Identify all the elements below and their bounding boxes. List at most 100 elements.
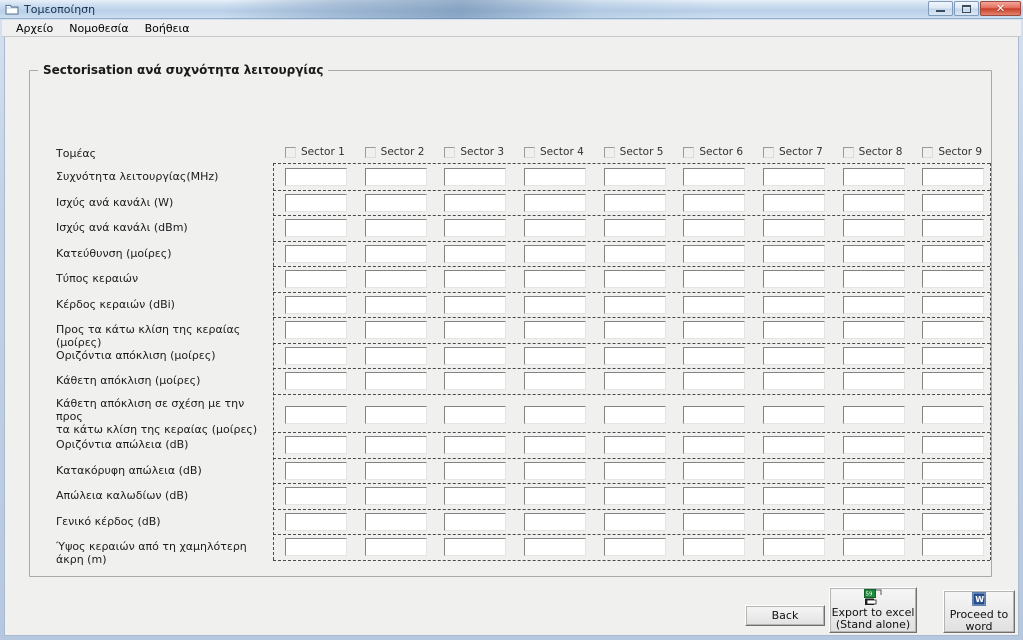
sector-header-2[interactable]: Sector 2 <box>364 146 424 158</box>
cell-input-r14-c1[interactable] <box>285 512 347 531</box>
cell-input-r5-c2[interactable] <box>364 270 427 288</box>
cell-input-r12-c2[interactable] <box>364 461 427 480</box>
cell-input-r10-c9[interactable] <box>922 405 985 424</box>
sector-checkbox-5[interactable] <box>603 146 615 158</box>
cell-input-r1-c6[interactable] <box>683 168 746 186</box>
cell-input-r9-c4[interactable] <box>524 372 586 390</box>
cell-input-r6-c1[interactable] <box>285 295 347 314</box>
cell-input-r12-c5[interactable] <box>603 461 666 480</box>
cell-input-r8-c7[interactable] <box>763 346 825 365</box>
cell-input-r3-c3[interactable] <box>444 219 507 237</box>
cell-input-r2-c9[interactable] <box>922 193 985 212</box>
cell-input-r8-c5[interactable] <box>603 346 666 365</box>
cell-input-r4-c3[interactable] <box>444 244 507 263</box>
cell-input-r14-c3[interactable] <box>444 512 507 531</box>
cell-input-r7-c5[interactable] <box>603 321 666 339</box>
cell-input-r4-c5[interactable] <box>603 244 666 263</box>
cell-input-r7-c7[interactable] <box>763 321 825 339</box>
cell-input-r6-c3[interactable] <box>444 295 507 314</box>
cell-input-r3-c7[interactable] <box>763 219 825 237</box>
cell-input-r15-c4[interactable] <box>524 538 586 556</box>
close-button[interactable]: ✕ <box>980 1 1021 16</box>
cell-input-r1-c3[interactable] <box>444 168 507 186</box>
cell-input-r5-c1[interactable] <box>285 270 347 288</box>
cell-input-r12-c1[interactable] <box>285 461 347 480</box>
cell-input-r5-c7[interactable] <box>763 270 825 288</box>
cell-input-r15-c7[interactable] <box>763 538 825 556</box>
cell-input-r6-c6[interactable] <box>683 295 746 314</box>
cell-input-r5-c4[interactable] <box>524 270 586 288</box>
cell-input-r4-c6[interactable] <box>683 244 746 263</box>
cell-input-r4-c2[interactable] <box>364 244 427 263</box>
cell-input-r12-c8[interactable] <box>842 461 905 480</box>
cell-input-r10-c4[interactable] <box>524 405 586 424</box>
cell-input-r8-c1[interactable] <box>285 346 347 365</box>
cell-input-r8-c6[interactable] <box>683 346 746 365</box>
cell-input-r13-c6[interactable] <box>683 487 746 505</box>
cell-input-r13-c3[interactable] <box>444 487 507 505</box>
cell-input-r7-c1[interactable] <box>285 321 347 339</box>
cell-input-r6-c8[interactable] <box>842 295 905 314</box>
cell-input-r13-c5[interactable] <box>603 487 666 505</box>
cell-input-r13-c4[interactable] <box>524 487 586 505</box>
cell-input-r8-c4[interactable] <box>524 346 586 365</box>
cell-input-r2-c2[interactable] <box>364 193 427 212</box>
cell-input-r1-c2[interactable] <box>364 168 427 186</box>
back-button[interactable]: Back <box>745 605 825 626</box>
cell-input-r13-c1[interactable] <box>285 487 347 505</box>
cell-input-r9-c3[interactable] <box>444 372 507 390</box>
menu-item-file[interactable]: Αρχείο <box>8 21 61 36</box>
cell-input-r12-c4[interactable] <box>524 461 586 480</box>
cell-input-r1-c9[interactable] <box>922 168 985 186</box>
cell-input-r1-c4[interactable] <box>524 168 586 186</box>
sector-checkbox-8[interactable] <box>842 146 854 158</box>
cell-input-r9-c6[interactable] <box>683 372 746 390</box>
cell-input-r14-c8[interactable] <box>842 512 905 531</box>
cell-input-r4-c7[interactable] <box>763 244 825 263</box>
cell-input-r15-c1[interactable] <box>285 538 347 556</box>
cell-input-r7-c4[interactable] <box>524 321 586 339</box>
cell-input-r7-c3[interactable] <box>444 321 507 339</box>
cell-input-r4-c9[interactable] <box>922 244 985 263</box>
cell-input-r5-c5[interactable] <box>603 270 666 288</box>
cell-input-r15-c5[interactable] <box>603 538 666 556</box>
cell-input-r10-c1[interactable] <box>285 405 347 424</box>
sector-checkbox-4[interactable] <box>524 146 535 158</box>
cell-input-r3-c1[interactable] <box>285 219 347 237</box>
cell-input-r6-c4[interactable] <box>524 295 586 314</box>
cell-input-r2-c8[interactable] <box>842 193 905 212</box>
cell-input-r15-c9[interactable] <box>922 538 985 556</box>
cell-input-r5-c8[interactable] <box>842 270 905 288</box>
cell-input-r11-c8[interactable] <box>842 436 905 454</box>
cell-input-r9-c5[interactable] <box>603 372 666 390</box>
cell-input-r10-c5[interactable] <box>603 405 666 424</box>
cell-input-r15-c2[interactable] <box>364 538 427 556</box>
cell-input-r11-c4[interactable] <box>524 436 586 454</box>
cell-input-r13-c8[interactable] <box>842 487 905 505</box>
cell-input-r7-c9[interactable] <box>922 321 985 339</box>
cell-input-r9-c7[interactable] <box>763 372 825 390</box>
sector-checkbox-2[interactable] <box>364 146 376 158</box>
cell-input-r6-c2[interactable] <box>364 295 427 314</box>
cell-input-r10-c8[interactable] <box>842 405 905 424</box>
cell-input-r9-c8[interactable] <box>842 372 905 390</box>
cell-input-r6-c9[interactable] <box>922 295 985 314</box>
cell-input-r5-c9[interactable] <box>922 270 985 288</box>
cell-input-r8-c8[interactable] <box>842 346 905 365</box>
cell-input-r13-c2[interactable] <box>364 487 427 505</box>
cell-input-r13-c7[interactable] <box>763 487 825 505</box>
sector-checkbox-3[interactable] <box>444 146 456 158</box>
sector-checkbox-7[interactable] <box>763 146 774 158</box>
cell-input-r1-c8[interactable] <box>842 168 905 186</box>
sector-checkbox-9[interactable] <box>922 146 934 158</box>
cell-input-r9-c9[interactable] <box>922 372 985 390</box>
cell-input-r11-c2[interactable] <box>364 436 427 454</box>
cell-input-r7-c8[interactable] <box>842 321 905 339</box>
cell-input-r15-c6[interactable] <box>683 538 746 556</box>
minimize-button[interactable] <box>928 1 953 16</box>
cell-input-r14-c4[interactable] <box>524 512 586 531</box>
sector-header-5[interactable]: Sector 5 <box>603 146 663 158</box>
cell-input-r2-c4[interactable] <box>524 193 586 212</box>
proceed-to-word-button[interactable]: W Proceed to word <box>943 590 1015 633</box>
cell-input-r12-c6[interactable] <box>683 461 746 480</box>
